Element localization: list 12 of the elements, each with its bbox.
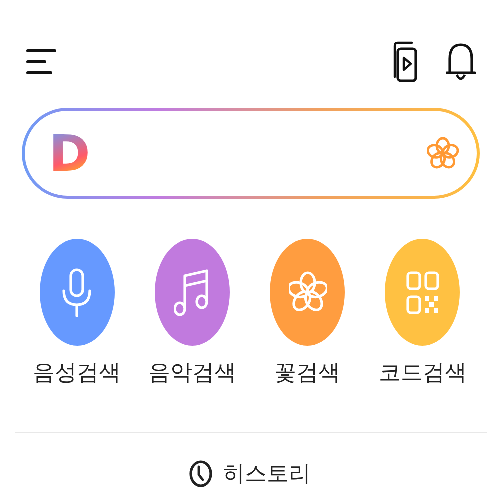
shortcut-label: 꽃검색 bbox=[274, 360, 341, 388]
shortcut-label: 음성검색 bbox=[33, 360, 121, 388]
microphone-icon bbox=[62, 268, 92, 318]
music-note-icon bbox=[174, 268, 210, 318]
menu-icon[interactable] bbox=[26, 48, 56, 76]
video-cards-icon[interactable] bbox=[392, 41, 418, 83]
qr-code-icon bbox=[406, 270, 440, 316]
shortcut-label: 음악검색 bbox=[148, 360, 236, 388]
bell-icon[interactable] bbox=[446, 41, 476, 83]
clock-icon bbox=[189, 460, 213, 488]
shortcut-label: 코드검색 bbox=[378, 360, 467, 388]
history-button[interactable]: 히스토리 bbox=[189, 459, 311, 489]
